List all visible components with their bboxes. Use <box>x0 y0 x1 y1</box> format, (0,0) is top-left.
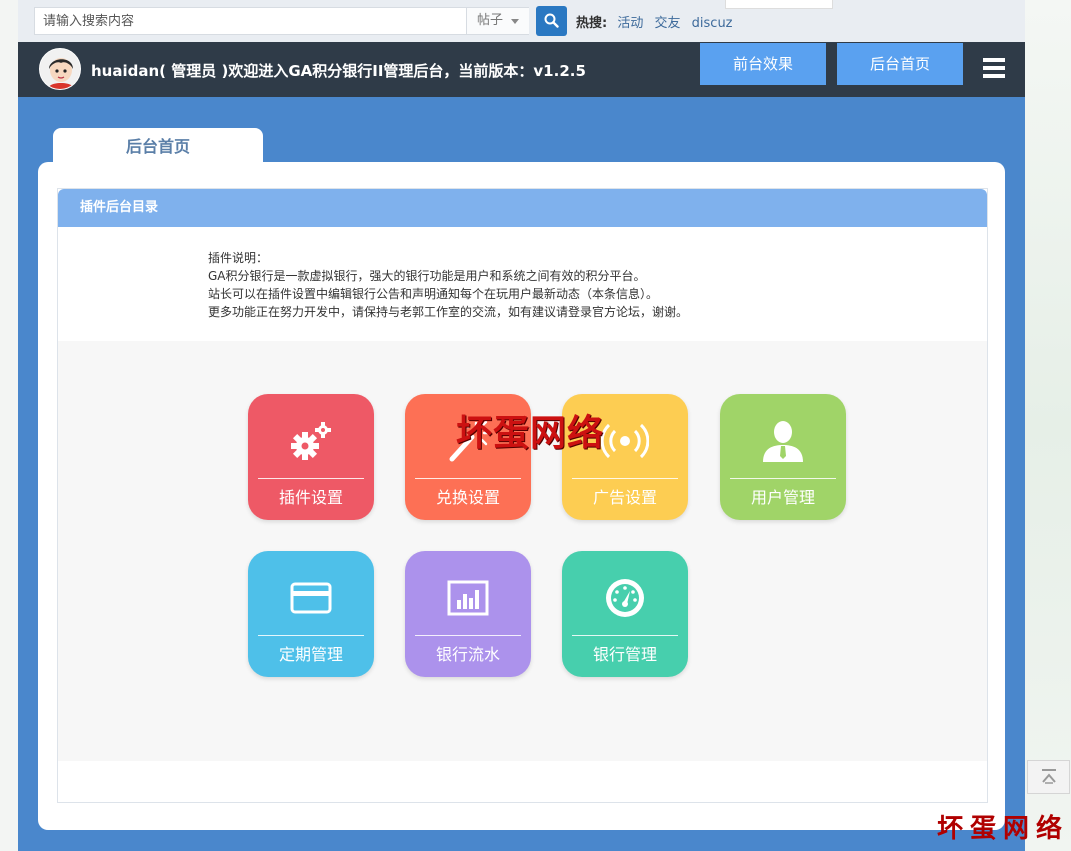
search-button[interactable] <box>536 6 567 36</box>
hot-link-friends[interactable]: 交友 <box>655 16 681 31</box>
back-to-top-button[interactable] <box>1027 760 1070 794</box>
front-view-button[interactable]: 前台效果 <box>700 43 826 85</box>
gears-icon <box>248 416 374 466</box>
tile-bank-management[interactable]: 银行管理 <box>562 551 688 677</box>
description-line: 插件说明： <box>208 251 269 265</box>
hot-link-discuz[interactable]: discuz <box>692 16 733 31</box>
tile-fixed-deposit-management[interactable]: 定期管理 <box>248 551 374 677</box>
hot-link-activity[interactable]: 活动 <box>617 16 643 31</box>
content-panel: 插件后台目录 插件说明： GA积分银行是一款虚拟银行，强大的银行功能是用户和系统… <box>38 162 1005 830</box>
tile-divider <box>415 635 521 636</box>
arrow-up-icon <box>1042 769 1056 784</box>
tile-bank-transactions[interactable]: 银行流水 <box>405 551 531 677</box>
menu-icon[interactable] <box>983 58 1005 80</box>
tile-divider <box>730 478 836 479</box>
search-box: 帖子 <box>34 7 529 35</box>
left-background-strip <box>0 0 18 851</box>
top-search-bar: 帖子 热搜: 活动 交友 discuz <box>18 0 1025 42</box>
tab-admin-home[interactable]: 后台首页 <box>53 128 263 164</box>
watermark-text: 坏蛋网络 <box>456 412 605 454</box>
panel-title: 插件后台目录 <box>58 189 987 227</box>
user-icon <box>720 416 846 466</box>
dashboard-icon <box>562 573 688 623</box>
description-line: 更多功能正在努力开发中，请保持与老郭工作室的交流，如有建议请登录官方论坛，谢谢。 <box>208 305 689 319</box>
tile-label: 广告设置 <box>592 488 657 507</box>
plugin-directory-box: 插件后台目录 插件说明： GA积分银行是一款虚拟银行，强大的银行功能是用户和系统… <box>57 188 988 803</box>
tile-user-management[interactable]: 用户管理 <box>720 394 846 520</box>
dropdown-panel-edge <box>725 0 833 9</box>
search-icon <box>544 13 559 28</box>
admin-header: huaidan( 管理员 )欢迎进入GA积分银行II管理后台，当前版本：v1.2… <box>18 42 1025 97</box>
right-decorative-background <box>1025 0 1071 851</box>
hot-search: 热搜: 活动 交友 discuz <box>576 12 740 31</box>
tile-divider <box>258 635 364 636</box>
description-line: GA积分银行是一款虚拟银行，强大的银行功能是用户和系统之间有效的积分平台。 <box>208 269 646 283</box>
plugin-description: 插件说明： GA积分银行是一款虚拟银行，强大的银行功能是用户和系统之间有效的积分… <box>208 249 688 321</box>
avatar <box>39 48 81 90</box>
admin-home-button[interactable]: 后台首页 <box>837 43 963 85</box>
main-area: 后台首页 插件后台目录 插件说明： GA积分银行是一款虚拟银行，强大的银行功能是… <box>18 97 1025 851</box>
tile-divider <box>258 478 364 479</box>
tile-label: 银行管理 <box>592 645 657 664</box>
description-line: 站长可以在插件设置中编辑银行公告和声明通知每个在玩用户最新动态（本条信息）。 <box>208 287 659 301</box>
welcome-text: huaidan( 管理员 )欢迎进入GA积分银行II管理后台，当前版本：v1.2… <box>91 62 586 80</box>
search-type-value: 帖子 <box>477 13 504 28</box>
tile-divider <box>572 635 678 636</box>
chevron-down-icon <box>511 19 519 24</box>
bar-chart-icon <box>405 573 531 623</box>
tile-label: 兑换设置 <box>435 488 500 507</box>
search-input[interactable] <box>35 8 465 34</box>
tile-label: 银行流水 <box>435 645 500 664</box>
tile-divider <box>415 478 521 479</box>
corner-watermark: 坏蛋网络 <box>937 814 1070 844</box>
credit-card-icon <box>248 573 374 623</box>
tile-label: 用户管理 <box>750 488 815 507</box>
search-type-select[interactable]: 帖子 <box>466 8 529 34</box>
tile-label: 定期管理 <box>278 645 343 664</box>
hot-search-label: 热搜: <box>576 16 608 31</box>
tile-label: 插件设置 <box>278 488 343 507</box>
tile-divider <box>572 478 678 479</box>
tile-plugin-settings[interactable]: 插件设置 <box>248 394 374 520</box>
